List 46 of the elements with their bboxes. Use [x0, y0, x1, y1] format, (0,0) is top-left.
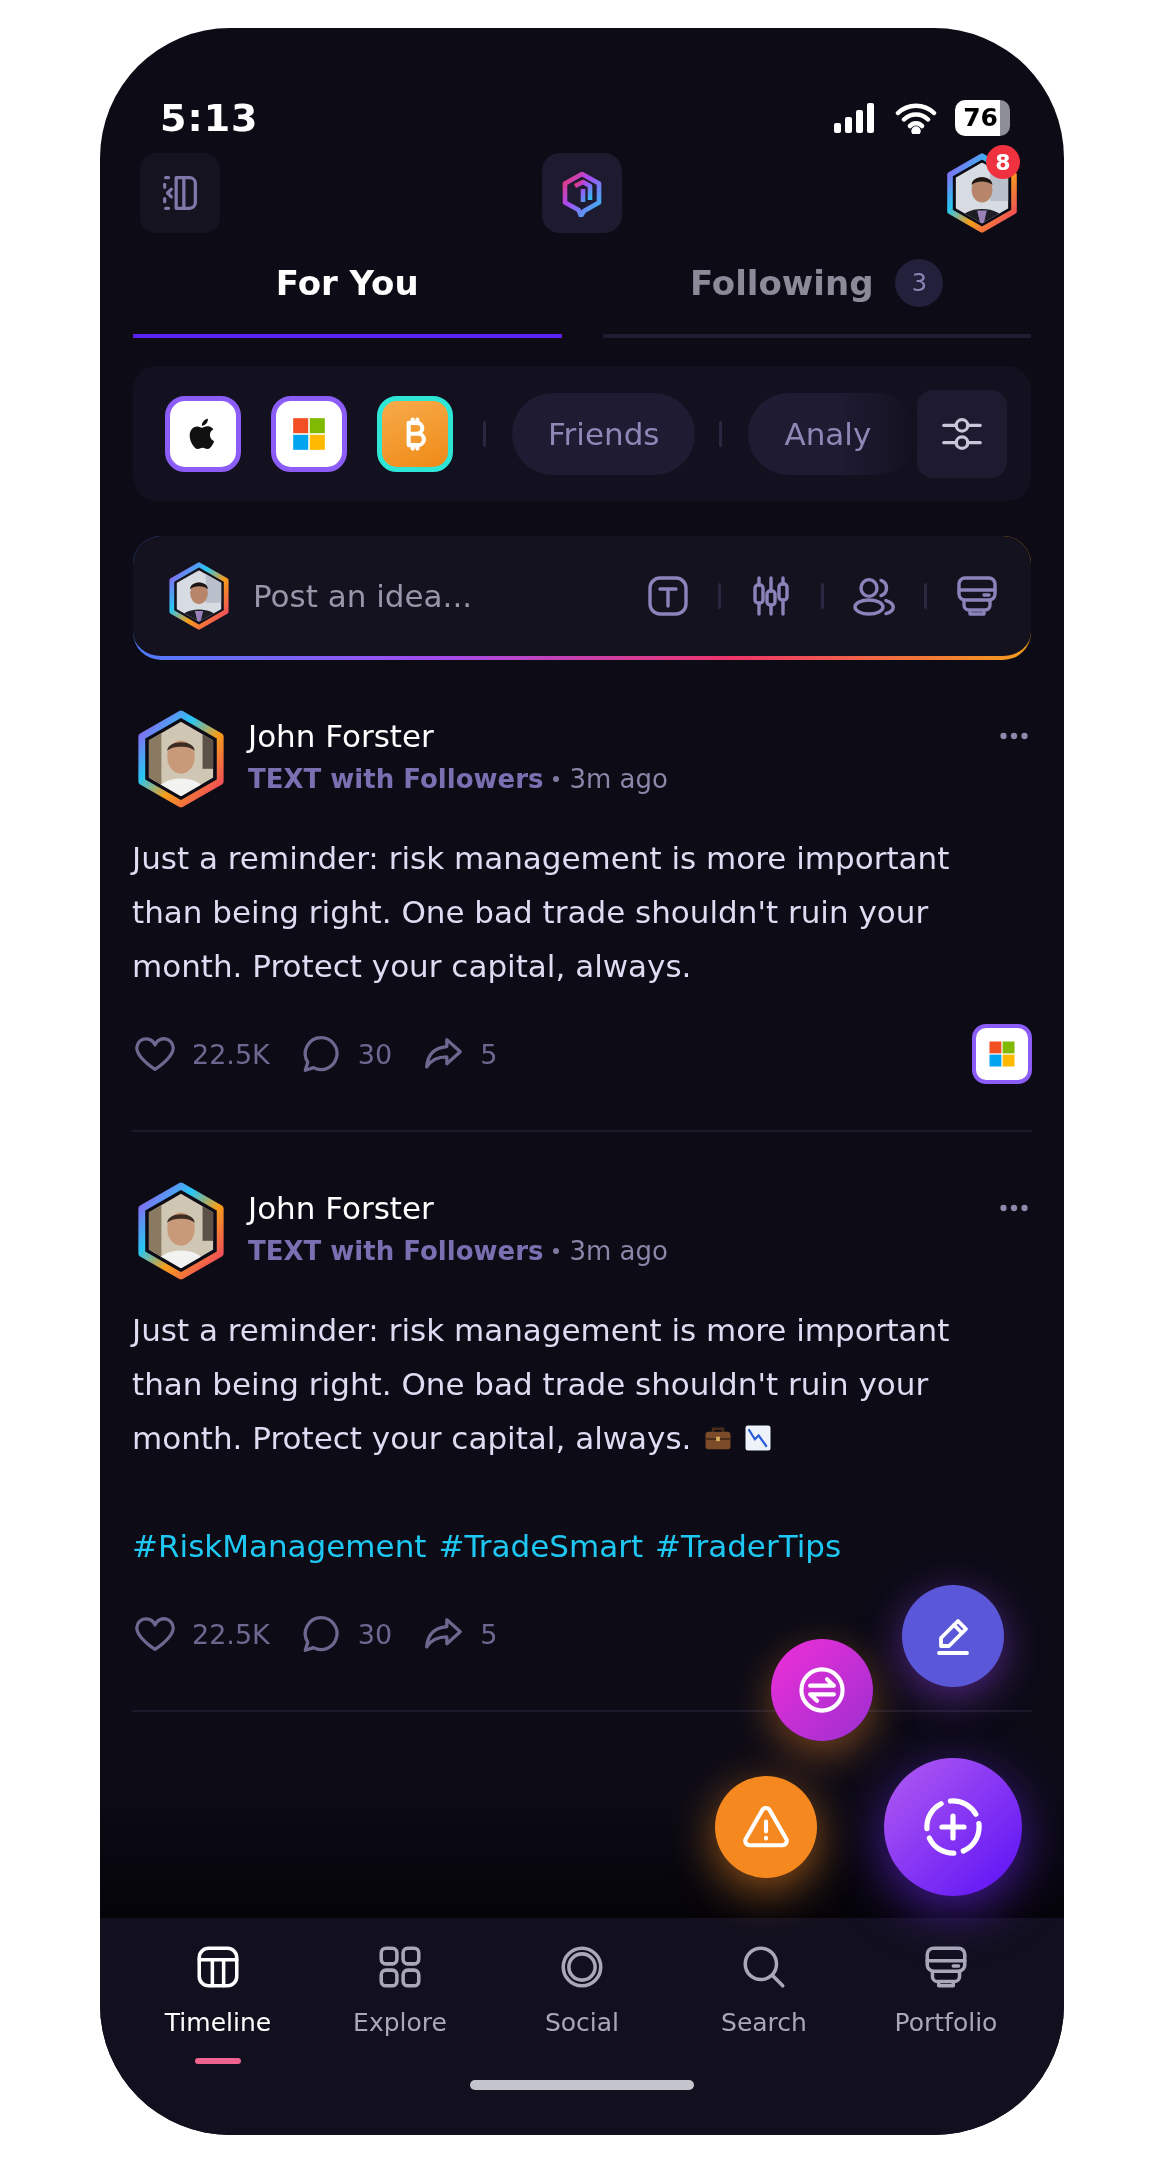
- sidebar-toggle-button[interactable]: [140, 153, 220, 233]
- hashtag-link[interactable]: #TraderTips: [655, 1519, 842, 1573]
- like-count: 22.5K: [192, 1618, 270, 1650]
- wifi-icon: [895, 102, 938, 134]
- filter-chip[interactable]: Friends: [512, 392, 696, 475]
- windows-logo-icon: [987, 1039, 1017, 1069]
- nav-tab[interactable]: Timeline: [127, 1942, 309, 2064]
- asset-tag[interactable]: [972, 1024, 1032, 1084]
- nav-tab[interactable]: Explore: [309, 1942, 491, 2064]
- swap-icon: [796, 1664, 848, 1716]
- hashtag-link[interactable]: #RiskManagement: [132, 1519, 427, 1573]
- author-name: John Forster: [248, 717, 435, 756]
- comment-count: 30: [357, 1618, 393, 1650]
- audience-label: TEXT with Followers: [248, 763, 544, 796]
- share-count: 5: [480, 1618, 498, 1650]
- asset-chip[interactable]: [165, 395, 241, 472]
- count-badge: 3: [895, 259, 944, 307]
- clock-time: 5:13: [160, 96, 259, 140]
- battery-level: 76: [955, 100, 1010, 136]
- post-text: Just a reminder: risk management is more important than being right. One bad trade shouldn't ruin your month. Protect your capital, always.: [132, 1311, 951, 1458]
- notification-badge: 8: [986, 145, 1020, 179]
- post-time: 3m ago: [569, 1235, 668, 1268]
- nav-tab[interactable]: Social: [491, 1942, 673, 2064]
- separator-dot: [553, 776, 560, 782]
- filter-settings-button[interactable]: [917, 389, 1007, 478]
- audience-label: TEXT with Followers: [248, 1235, 544, 1268]
- like-count: 22.5K: [192, 1038, 270, 1070]
- asset-chip[interactable]: [271, 395, 347, 472]
- nav-tab[interactable]: Search: [673, 1942, 855, 2064]
- comment-count: 30: [357, 1038, 393, 1070]
- separator-dot: [553, 1248, 560, 1254]
- author-name: John Forster: [248, 1189, 435, 1228]
- feed-tab[interactable]: For You: [133, 238, 562, 338]
- nav-tab[interactable]: Portfolio: [855, 1942, 1037, 2064]
- logo-button[interactable]: [542, 153, 622, 233]
- post-text: Just a reminder: risk management is more important than being right. One bad trade shouldn't ruin your month. Protect your capital, always.: [132, 839, 951, 986]
- asset-chip[interactable]: [377, 395, 453, 472]
- hashtag-link[interactable]: #TradeSmart: [438, 1519, 644, 1573]
- falling-chart-icon: [743, 1423, 774, 1453]
- swap-button[interactable]: [771, 1639, 873, 1741]
- edit-button[interactable]: [902, 1585, 1004, 1687]
- share-count: 5: [480, 1038, 498, 1070]
- post-time: 3m ago: [569, 763, 668, 796]
- post-field[interactable]: Post an idea...: [251, 565, 644, 627]
- feed-tab[interactable]: Following 3: [602, 238, 1031, 338]
- active-indicator: [195, 2058, 241, 2064]
